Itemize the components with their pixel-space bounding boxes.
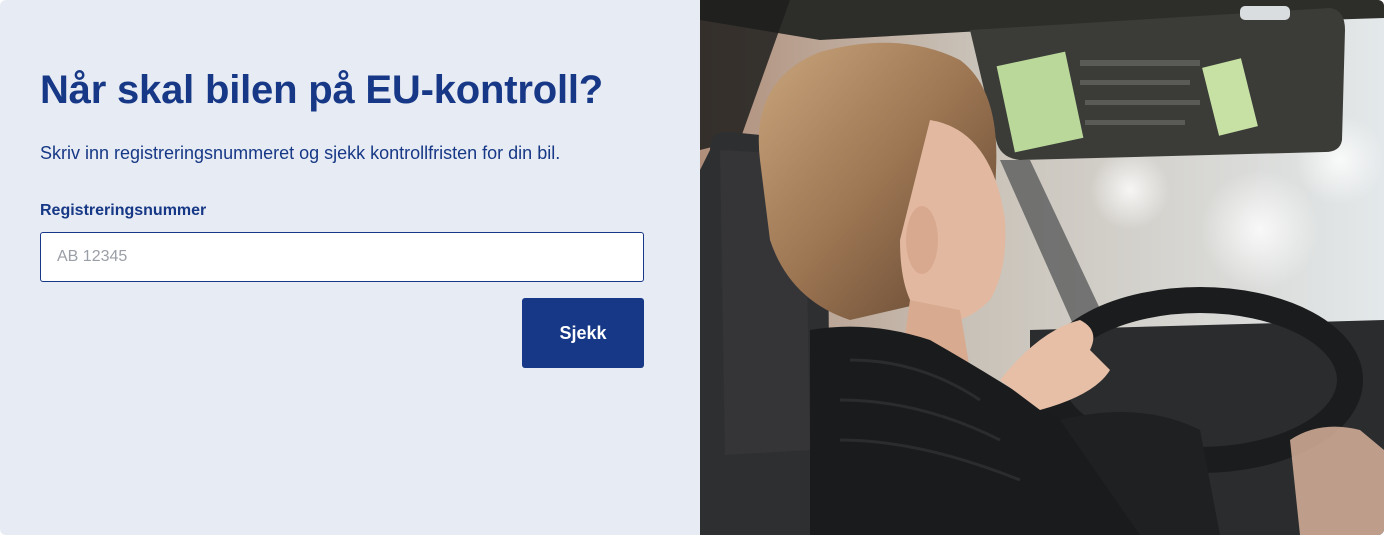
page-subtitle: Skriv inn registreringsnummeret og sjekk… (40, 143, 561, 163)
driver-photo-illustration (700, 0, 1384, 535)
check-button[interactable]: Sjekk (522, 298, 644, 368)
driver-photo (700, 0, 1384, 535)
eu-control-card: Når skal bilen på EU-kontroll? Skriv inn… (0, 0, 1384, 535)
button-row: Sjekk (40, 298, 644, 368)
page-title: Når skal bilen på EU-kontroll? (40, 68, 604, 112)
registration-number-label: Registreringsnummer (40, 202, 207, 219)
registration-number-input[interactable] (40, 232, 644, 282)
form-panel: Når skal bilen på EU-kontroll? Skriv inn… (0, 0, 700, 535)
